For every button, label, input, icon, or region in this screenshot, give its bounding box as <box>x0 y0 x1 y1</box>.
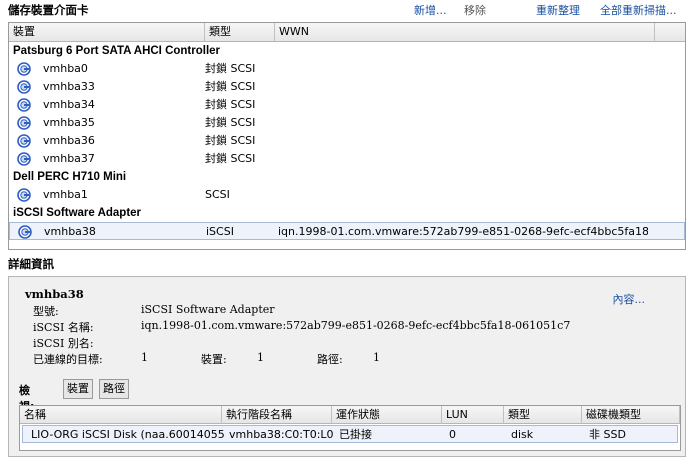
adapter-type-cell: 封鎖 SCSI <box>205 98 256 111</box>
adapter-group-header: Patsburg 6 Port SATA AHCI Controller <box>13 45 221 57</box>
column-header-name[interactable]: 名稱 <box>20 406 222 424</box>
storage-adapter-icon <box>17 98 31 112</box>
adapter-device-cell: vmhba33 <box>43 80 95 93</box>
adapter-row[interactable]: vmhba34 封鎖 SCSI <box>9 96 685 114</box>
adapter-row[interactable]: vmhba38 iSCSI iqn.1998-01.com.vmware:572ab… <box>9 222 685 240</box>
toolbar: 儲存裝置介面卡 新增... 移除 重新整理 全部重新掃描... <box>0 0 694 20</box>
paths-label: 路徑: <box>317 353 343 366</box>
devices-table: 名稱 執行階段名稱 運作狀態 LUN 類型 磁碟機類型 LIO-ORG iSCS… <box>19 405 681 451</box>
connected-targets-value: 1 <box>141 351 148 364</box>
adapter-device-cell: vmhba1 <box>43 188 88 201</box>
rescan-all-button[interactable]: 全部重新掃描... <box>600 2 677 18</box>
adapter-row[interactable]: vmhba35 封鎖 SCSI <box>9 114 685 132</box>
device-type-cell: disk <box>511 428 534 441</box>
storage-adapter-icon <box>17 116 31 130</box>
connected-targets-label: 已連線的目標: <box>33 353 103 366</box>
column-header-wwn[interactable]: WWN <box>275 23 655 41</box>
properties-link[interactable]: 內容... <box>613 291 646 307</box>
column-header-lun[interactable]: LUN <box>442 406 504 424</box>
storage-adapter-icon <box>18 225 32 239</box>
adapter-type-cell: 封鎖 SCSI <box>205 116 256 129</box>
adapter-row[interactable]: vmhba0 封鎖 SCSI <box>9 60 685 78</box>
storage-adapter-icon <box>17 152 31 166</box>
adapter-type-cell: iSCSI <box>206 225 234 238</box>
device-lun-cell: 0 <box>449 428 456 441</box>
device-status-cell: 已掛接 <box>339 428 372 441</box>
adapter-device-cell: vmhba36 <box>43 134 95 147</box>
adapter-type-cell: 封鎖 SCSI <box>205 134 256 147</box>
devices-table-header: 名稱 執行階段名稱 運作狀態 LUN 類型 磁碟機類型 <box>20 406 680 424</box>
storage-adapters-table: 裝置 類型 WWN Patsburg 6 Port SATA AHCI Cont… <box>8 22 686 250</box>
storage-adapter-icon <box>17 62 31 76</box>
adapter-group-header: Dell PERC H710 Mini <box>13 171 127 183</box>
adapter-device-cell: vmhba37 <box>43 152 95 165</box>
adapter-group-header: iSCSI Software Adapter <box>13 207 142 219</box>
model-label: 型號: <box>33 305 59 318</box>
adapter-device-cell: vmhba0 <box>43 62 88 75</box>
table-header: 裝置 類型 WWN <box>9 23 685 42</box>
adapter-type-cell: 封鎖 SCSI <box>205 152 256 165</box>
column-header-runtime-name[interactable]: 執行階段名稱 <box>222 406 332 424</box>
adapter-type-cell: 封鎖 SCSI <box>205 62 256 75</box>
refresh-button[interactable]: 重新整理 <box>536 2 580 18</box>
paths-value: 1 <box>373 351 380 364</box>
iscsi-name-label: iSCSI 名稱: <box>33 321 94 334</box>
adapter-device-cell: vmhba38 <box>44 225 96 238</box>
device-drive-type-cell: 非 SSD <box>589 428 626 441</box>
adapter-row[interactable]: vmhba1 SCSI <box>9 186 685 204</box>
column-header-type[interactable]: 類型 <box>504 406 582 424</box>
details-adapter-name: vmhba38 <box>25 287 84 301</box>
details-title: 詳細資訊 <box>8 257 54 271</box>
column-header-device[interactable]: 裝置 <box>9 23 205 41</box>
column-header-type[interactable]: 類型 <box>205 23 275 41</box>
adapter-type-cell: SCSI <box>205 188 230 201</box>
remove-button[interactable]: 移除 <box>464 2 486 18</box>
adapter-row[interactable]: vmhba33 封鎖 SCSI <box>9 78 685 96</box>
devices-label: 裝置: <box>201 353 227 366</box>
iscsi-alias-label: iSCSI 別名: <box>33 337 94 350</box>
model-value: iSCSI Software Adapter <box>141 303 275 316</box>
adapter-wwn-cell: iqn.1998-01.com.vmware:572ab799-e851-026… <box>278 225 648 238</box>
column-header-drive-type[interactable]: 磁碟機類型 <box>582 406 680 424</box>
view-devices-button[interactable]: 裝置 <box>63 379 93 399</box>
storage-adapter-icon <box>17 80 31 94</box>
device-row[interactable]: LIO-ORG iSCSI Disk (naa.60014055... vmhb… <box>22 425 678 443</box>
iscsi-name-value: iqn.1998-01.com.vmware:572ab799-e851-026… <box>141 319 571 332</box>
add-button[interactable]: 新增... <box>414 2 447 18</box>
adapter-device-cell: vmhba35 <box>43 116 95 129</box>
view-paths-button[interactable]: 路徑 <box>99 379 129 399</box>
devices-value: 1 <box>257 351 264 364</box>
page-title: 儲存裝置介面卡 <box>8 3 89 17</box>
column-header-status[interactable]: 運作狀態 <box>332 406 442 424</box>
device-name-cell: LIO-ORG iSCSI Disk (naa.60014055... <box>31 428 225 441</box>
details-panel: vmhba38 內容... 型號: iSCSI Software Adapter… <box>8 276 686 457</box>
adapter-row[interactable]: vmhba36 封鎖 SCSI <box>9 132 685 150</box>
device-runtime-name-cell: vmhba38:C0:T0:L0 <box>229 428 334 441</box>
storage-adapter-icon <box>17 134 31 148</box>
adapter-row[interactable]: vmhba37 封鎖 SCSI <box>9 150 685 168</box>
adapter-device-cell: vmhba34 <box>43 98 95 111</box>
adapter-type-cell: 封鎖 SCSI <box>205 80 256 93</box>
storage-adapter-icon <box>17 188 31 202</box>
